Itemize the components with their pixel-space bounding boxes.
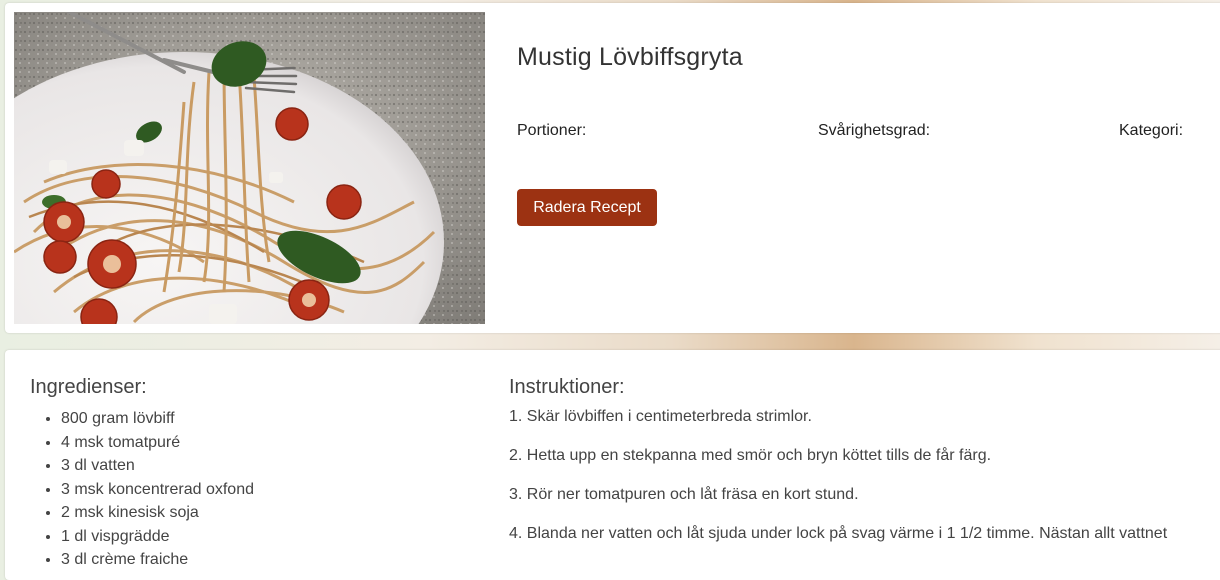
list-item: 3 msk koncentrerad oxfond (61, 478, 254, 502)
instructions-heading: Instruktioner: (509, 376, 625, 398)
recipe-details-card: Ingredienser: 800 gram lövbiff 4 msk tom… (5, 350, 1220, 580)
list-item: 3 dl vatten (61, 454, 254, 478)
ingredients-heading: Ingredienser: (30, 376, 147, 398)
recipe-title: Mustig Lövbiffsgryta (517, 43, 743, 71)
list-item: 800 gram lövbiff (61, 407, 254, 431)
instruction-step: 4. Blanda ner vatten och låt sjuda under… (509, 525, 1168, 542)
difficulty-label: Svårighetsgrad: (818, 122, 931, 139)
list-item: 3 dl crème fraiche (61, 548, 254, 572)
delete-recipe-button[interactable]: Radera Recept (517, 189, 657, 226)
instruction-step: 2. Hetta upp en stekpanna med smör och b… (509, 447, 992, 464)
portions-label: Portioner: (517, 122, 587, 139)
ingredients-list: 800 gram lövbiff 4 msk tomatpuré 3 dl va… (30, 407, 254, 572)
instruction-step: 1. Skär lövbiffen i centimeterbreda stri… (509, 408, 812, 425)
recipe-image (14, 12, 485, 324)
instructions-list: 1. Skär lövbiffen i centimeterbreda stri… (509, 408, 1220, 564)
list-item: 1 dl vispgrädde (61, 525, 254, 549)
instruction-step: 3. Rör ner tomatpuren och låt fräsa en k… (509, 486, 859, 503)
category-label: Kategori: (1119, 122, 1184, 139)
list-item: 2 msk kinesisk soja (61, 501, 254, 525)
recipe-header-card: Mustig Lövbiffsgryta Portioner: Svårighe… (5, 3, 1220, 333)
list-item: 4 msk tomatpuré (61, 431, 254, 455)
